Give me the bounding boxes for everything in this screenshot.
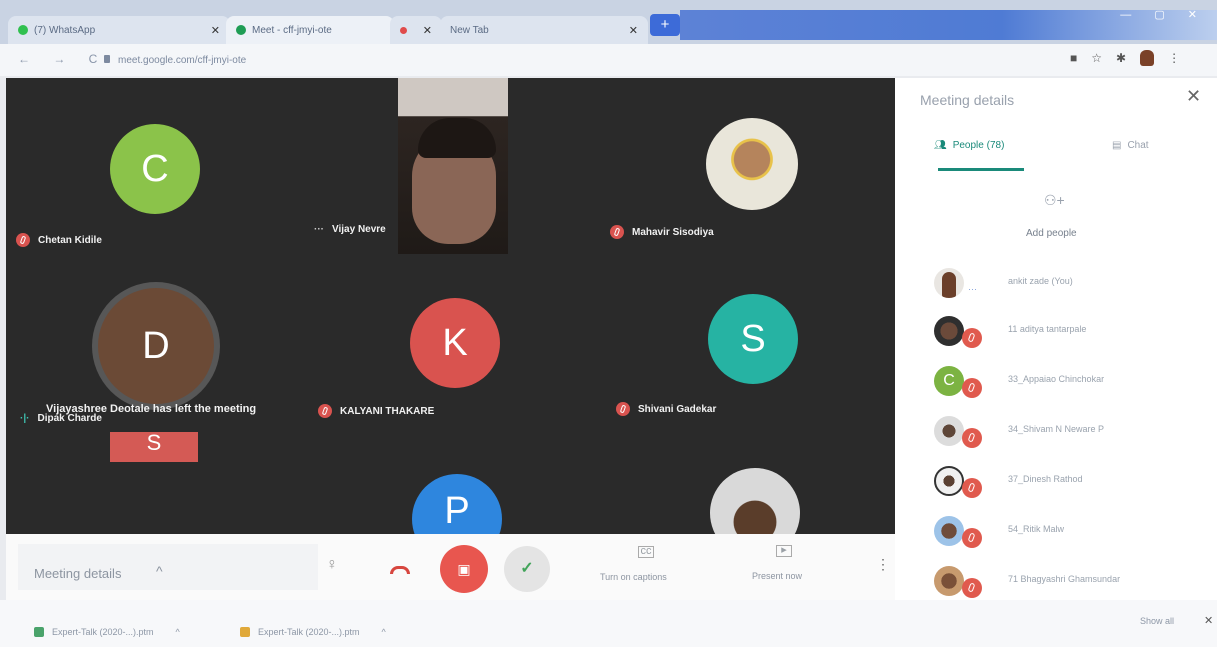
participant-name-tag: KALYANI THAKARE bbox=[318, 404, 434, 418]
close-tab-icon[interactable]: ✕ bbox=[211, 24, 220, 37]
recording-dot-icon bbox=[400, 26, 407, 34]
participant-row[interactable]: 11 aditya tantarpale bbox=[930, 312, 1210, 352]
participant-avatar: S bbox=[708, 294, 798, 384]
chevron-up-icon[interactable]: ^ bbox=[156, 563, 163, 579]
new-tab-button[interactable]: + bbox=[650, 14, 680, 36]
participant-avatar: C bbox=[110, 124, 200, 214]
close-icon[interactable]: ✕ bbox=[1204, 614, 1213, 627]
chat-icon: ▤ bbox=[1112, 140, 1122, 151]
meeting-details-label[interactable]: Meeting details bbox=[34, 566, 121, 581]
participant-row[interactable]: ··· ankit zade (You) bbox=[930, 264, 1210, 304]
panel-title: Meeting details bbox=[920, 92, 1015, 108]
file-icon bbox=[240, 627, 250, 637]
participant-photo bbox=[934, 268, 964, 298]
microphone-icon[interactable]: ♀ bbox=[326, 556, 338, 574]
add-people-button[interactable]: Add people bbox=[1026, 228, 1077, 239]
mic-off-icon bbox=[318, 404, 332, 418]
participant-row[interactable]: 37_Dinesh Rathod bbox=[930, 462, 1210, 502]
participant-avatar: C bbox=[934, 366, 964, 396]
participant-photo bbox=[934, 516, 964, 546]
close-icon[interactable]: ✕ bbox=[1186, 86, 1201, 107]
tab-whatsapp[interactable]: (7) WhatsApp ✕ bbox=[8, 16, 230, 44]
audio-level-icon: ·|· bbox=[20, 413, 30, 424]
people-icon: 👥︎ bbox=[934, 140, 947, 151]
participant-name-tag: Mahavir Sisodiya bbox=[610, 225, 714, 239]
hang-up-button[interactable] bbox=[390, 566, 410, 574]
mic-off-icon bbox=[16, 233, 30, 247]
confirm-button[interactable]: ✓ bbox=[504, 546, 550, 592]
downloads-bar bbox=[0, 600, 1217, 647]
tab-people[interactable]: 👥︎ People (78) bbox=[934, 140, 1004, 151]
show-all-downloads[interactable]: Show all bbox=[1140, 616, 1174, 626]
speaking-indicator-icon: ··· bbox=[314, 224, 324, 235]
mic-off-icon bbox=[962, 578, 982, 598]
participant-photo bbox=[934, 316, 964, 346]
mic-off-icon bbox=[610, 225, 624, 239]
star-icon[interactable]: ☆ bbox=[1091, 51, 1102, 65]
profile-avatar[interactable] bbox=[1140, 50, 1155, 66]
present-icon[interactable]: ▸ bbox=[776, 545, 792, 557]
speaking-indicator-icon: ··· bbox=[968, 284, 977, 294]
window-controls[interactable]: — ▢ ✕ bbox=[1120, 8, 1207, 21]
participant-photo bbox=[710, 468, 800, 534]
file-icon bbox=[34, 627, 44, 637]
participant-name-tag: Shivani Gadekar bbox=[616, 402, 716, 416]
tab-meet[interactable]: Meet - cff-jmyi-ote bbox=[226, 16, 394, 44]
participant-avatar: K bbox=[410, 298, 500, 388]
participant-avatar: S bbox=[110, 432, 198, 462]
extensions-icon[interactable]: ✱ bbox=[1116, 51, 1126, 65]
camera-off-button[interactable]: ▣ bbox=[440, 545, 488, 593]
url-field[interactable]: meet.google.com/cff-jmyi-ote bbox=[118, 55, 246, 66]
whatsapp-icon bbox=[18, 25, 28, 35]
extension-icons: ■ ☆ ✱ ⋮ bbox=[1070, 50, 1180, 66]
meet-icon bbox=[236, 25, 246, 35]
download-item[interactable]: Expert-Talk (2020-...).ptm ^ bbox=[34, 627, 180, 637]
mic-off-icon bbox=[962, 528, 982, 548]
captions-button[interactable]: Turn on captions bbox=[600, 572, 667, 582]
camera-icon[interactable]: ■ bbox=[1070, 51, 1077, 65]
close-tab-icon[interactable]: ✕ bbox=[423, 24, 432, 37]
nav-buttons[interactable]: ← → C bbox=[18, 52, 107, 66]
add-person-icon[interactable]: ⚇+ bbox=[1044, 192, 1065, 209]
participant-avatar: D bbox=[98, 288, 214, 404]
close-tab-icon[interactable]: ✕ bbox=[629, 24, 638, 37]
participant-row[interactable]: 71 Bhagyashri Ghamsundar bbox=[930, 562, 1210, 602]
mic-off-icon bbox=[616, 402, 630, 416]
tab-new-tab[interactable]: New Tab ✕ bbox=[440, 16, 648, 44]
participant-photo bbox=[706, 118, 798, 210]
participant-row[interactable]: C 33_Appaiao Chinchokar bbox=[930, 362, 1210, 402]
active-tab-indicator bbox=[938, 168, 1024, 171]
tab-label: New Tab bbox=[450, 24, 489, 36]
tab-label: (7) WhatsApp bbox=[34, 24, 96, 36]
download-item[interactable]: Expert-Talk (2020-...).ptm ^ bbox=[240, 627, 386, 637]
camera-video bbox=[398, 78, 508, 254]
lock-icon bbox=[104, 55, 110, 63]
participant-photo bbox=[934, 466, 964, 496]
participant-avatar: P bbox=[412, 474, 502, 534]
left-meeting-notification: Vijayashree Deotale has left the meeting bbox=[46, 403, 257, 415]
participant-name-tag: Chetan Kidile bbox=[16, 233, 102, 247]
chevron-up-icon[interactable]: ^ bbox=[382, 627, 386, 637]
mic-off-icon bbox=[962, 478, 982, 498]
present-now-button[interactable]: Present now bbox=[752, 571, 802, 581]
mic-off-icon bbox=[962, 428, 982, 448]
more-options-icon[interactable]: ⋮ bbox=[876, 556, 890, 573]
participant-name-tag: ··· Vijay Nevre bbox=[314, 224, 386, 235]
mic-off-icon bbox=[962, 328, 982, 348]
menu-icon[interactable]: ⋮ bbox=[1168, 51, 1180, 65]
video-grid: C Chetan Kidile ··· Vijay Nevre Mahavir … bbox=[6, 78, 895, 534]
chevron-up-icon[interactable]: ^ bbox=[176, 627, 180, 637]
mic-off-icon bbox=[962, 378, 982, 398]
participant-row[interactable]: 54_Ritik Malw bbox=[930, 512, 1210, 552]
tab-recording[interactable]: ✕ bbox=[390, 16, 442, 44]
captions-icon[interactable]: cc bbox=[638, 546, 654, 558]
participant-photo bbox=[934, 566, 964, 596]
tab-label: Meet - cff-jmyi-ote bbox=[252, 24, 332, 36]
tab-chat[interactable]: ▤ Chat bbox=[1112, 140, 1149, 151]
participant-photo bbox=[934, 416, 964, 446]
participant-row[interactable]: 34_Shivam N Neware P bbox=[930, 412, 1210, 452]
